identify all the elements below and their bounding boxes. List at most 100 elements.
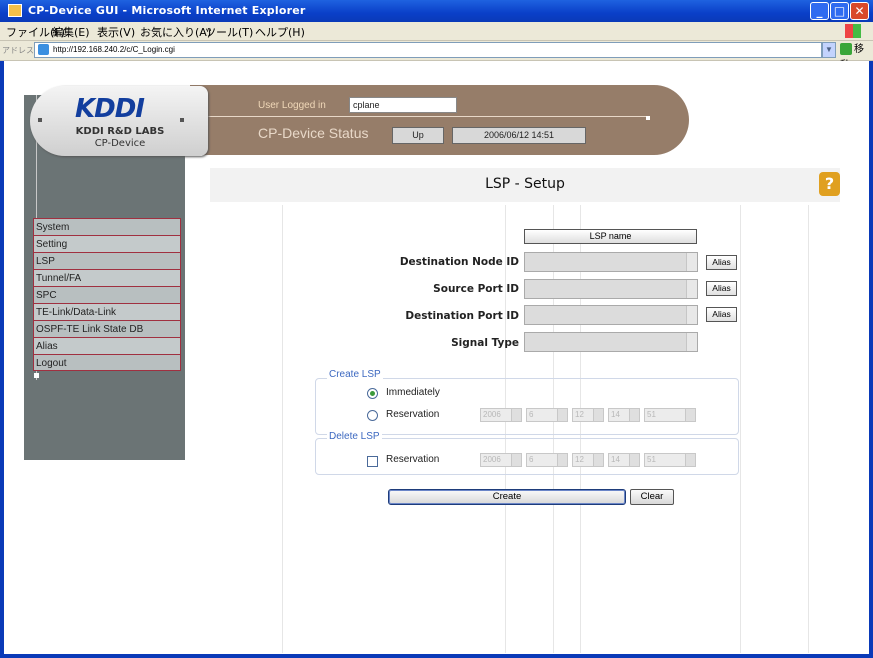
dropdown-arrow-icon [557,454,567,466]
address-bar: アドレス(D) http://192.168.240.2/c/C_Login.c… [0,41,873,71]
dropdown-arrow-icon [593,409,603,421]
window-frame-right [869,61,873,658]
logo-device: CP-Device [94,138,146,149]
header-banner [190,85,689,155]
user-logged-in-label: User Logged in [258,100,326,111]
source-port-id-input[interactable] [524,279,698,299]
create-minute-value: 51 [647,410,656,419]
sidebar-end-dot [34,373,39,378]
nav-item-ospf-te[interactable]: OSPF-TE Link State DB [33,320,181,337]
delete-minute-value: 51 [647,455,656,464]
signal-type-select[interactable] [524,332,698,352]
nav-menu: System Setting LSP Tunnel/FA SPC TE-Link… [33,218,181,371]
create-reservation-radio[interactable] [367,410,378,421]
logo-subtitle: KDDI R&D LABS [75,126,165,137]
dropdown-arrow-icon [685,454,695,466]
menu-favorites[interactable]: お気に入り(A) [140,24,211,40]
create-minute-select[interactable]: 51 [644,408,696,422]
clear-button[interactable]: Clear [630,489,674,505]
window-titlebar: CP-Device GUI - Microsoft Internet Explo… [0,0,873,22]
delete-hour-select[interactable]: 14 [608,453,640,467]
windows-logo-icon [845,24,861,38]
menu-edit[interactable]: 編集(E) [52,24,90,40]
destination-port-alias-button[interactable]: Alias [706,307,737,322]
device-status-label: CP-Device Status [258,125,369,141]
source-port-id-label: Source Port ID [433,283,519,295]
delete-year-value: 2006 [483,455,501,464]
user-logged-in-field: cplane [349,97,457,113]
nav-item-logout[interactable]: Logout [33,354,181,371]
nav-item-spc[interactable]: SPC [33,286,181,303]
create-hour-select[interactable]: 14 [608,408,640,422]
menu-tools[interactable]: ツール(T) [205,24,253,40]
window-frame-left [0,61,4,658]
grid-line [282,205,283,653]
create-hour-value: 14 [611,410,620,419]
create-reservation-label: Reservation [386,409,440,420]
destination-node-alias-button[interactable]: Alias [706,255,737,270]
maximize-button[interactable]: □ [830,2,849,20]
field-edge [686,306,697,324]
nav-item-setting[interactable]: Setting [33,235,181,252]
delete-reservation-label: Reservation [386,454,440,465]
source-port-alias-button[interactable]: Alias [706,281,737,296]
window-frame-bottom [0,654,873,658]
nav-item-alias[interactable]: Alias [33,337,181,354]
create-lsp-legend: Create LSP [327,369,383,380]
delete-reservation-checkbox[interactable] [367,456,378,467]
window-title: CP-Device GUI - Microsoft Internet Explo… [28,4,306,17]
create-year-select[interactable]: 2006 [480,408,522,422]
create-month-select[interactable]: 6 [526,408,568,422]
delete-month-select[interactable]: 6 [526,453,568,467]
dropdown-arrow-icon [685,409,695,421]
nav-item-tunnel-fa[interactable]: Tunnel/FA [33,269,181,286]
grid-line [808,205,809,653]
create-button[interactable]: Create [388,489,626,505]
banner-line [190,116,646,117]
go-arrow-icon [840,43,852,56]
destination-port-id-label: Destination Port ID [405,310,519,322]
logo-dot-left [38,118,42,122]
address-input[interactable]: http://192.168.240.2/c/C_Login.cgi [34,42,822,58]
delete-lsp-legend: Delete LSP [327,431,382,442]
signal-type-label: Signal Type [451,337,519,349]
dropdown-arrow-icon [511,454,521,466]
menu-view[interactable]: 表示(V) [97,24,135,40]
destination-node-id-label: Destination Node ID [399,256,519,268]
page-title: LSP - Setup [485,176,565,192]
immediately-label: Immediately [386,387,440,398]
go-button[interactable]: 移動 [840,42,872,71]
field-edge [686,280,697,298]
nav-item-te-link[interactable]: TE-Link/Data-Link [33,303,181,320]
help-icon[interactable]: ? [819,172,840,196]
lsp-name-button[interactable]: LSP name [524,229,697,244]
dropdown-arrow-icon [557,409,567,421]
destination-port-id-input[interactable] [524,305,698,325]
create-day-value: 12 [575,410,584,419]
close-button[interactable]: ✕ [850,2,869,20]
page-icon [38,44,49,55]
delete-year-select[interactable]: 2006 [480,453,522,467]
create-day-select[interactable]: 12 [572,408,604,422]
nav-item-system[interactable]: System [33,218,181,235]
immediately-radio[interactable] [367,388,378,399]
device-status-value: Up [392,127,444,144]
delete-hour-value: 14 [611,455,620,464]
address-dropdown-icon[interactable]: ▼ [822,42,836,58]
dropdown-arrow-icon [629,409,639,421]
destination-node-id-input[interactable] [524,252,698,272]
menu-help[interactable]: ヘルプ(H) [255,24,305,40]
delete-day-select[interactable]: 12 [572,453,604,467]
nav-item-lsp[interactable]: LSP [33,252,181,269]
minimize-button[interactable]: _ [810,2,829,20]
device-status-time: 2006/06/12 14:51 [452,127,586,144]
delete-minute-select[interactable]: 51 [644,453,696,467]
grid-line [740,205,741,653]
create-year-value: 2006 [483,410,501,419]
delete-day-value: 12 [575,455,584,464]
kddi-logo: KDDI KDDI R&D LABS CP-Device [30,86,208,156]
banner-end-dot [646,116,650,120]
dropdown-arrow-icon [629,454,639,466]
dropdown-arrow-icon [593,454,603,466]
kddi-logo-mark: KDDI [75,94,145,124]
